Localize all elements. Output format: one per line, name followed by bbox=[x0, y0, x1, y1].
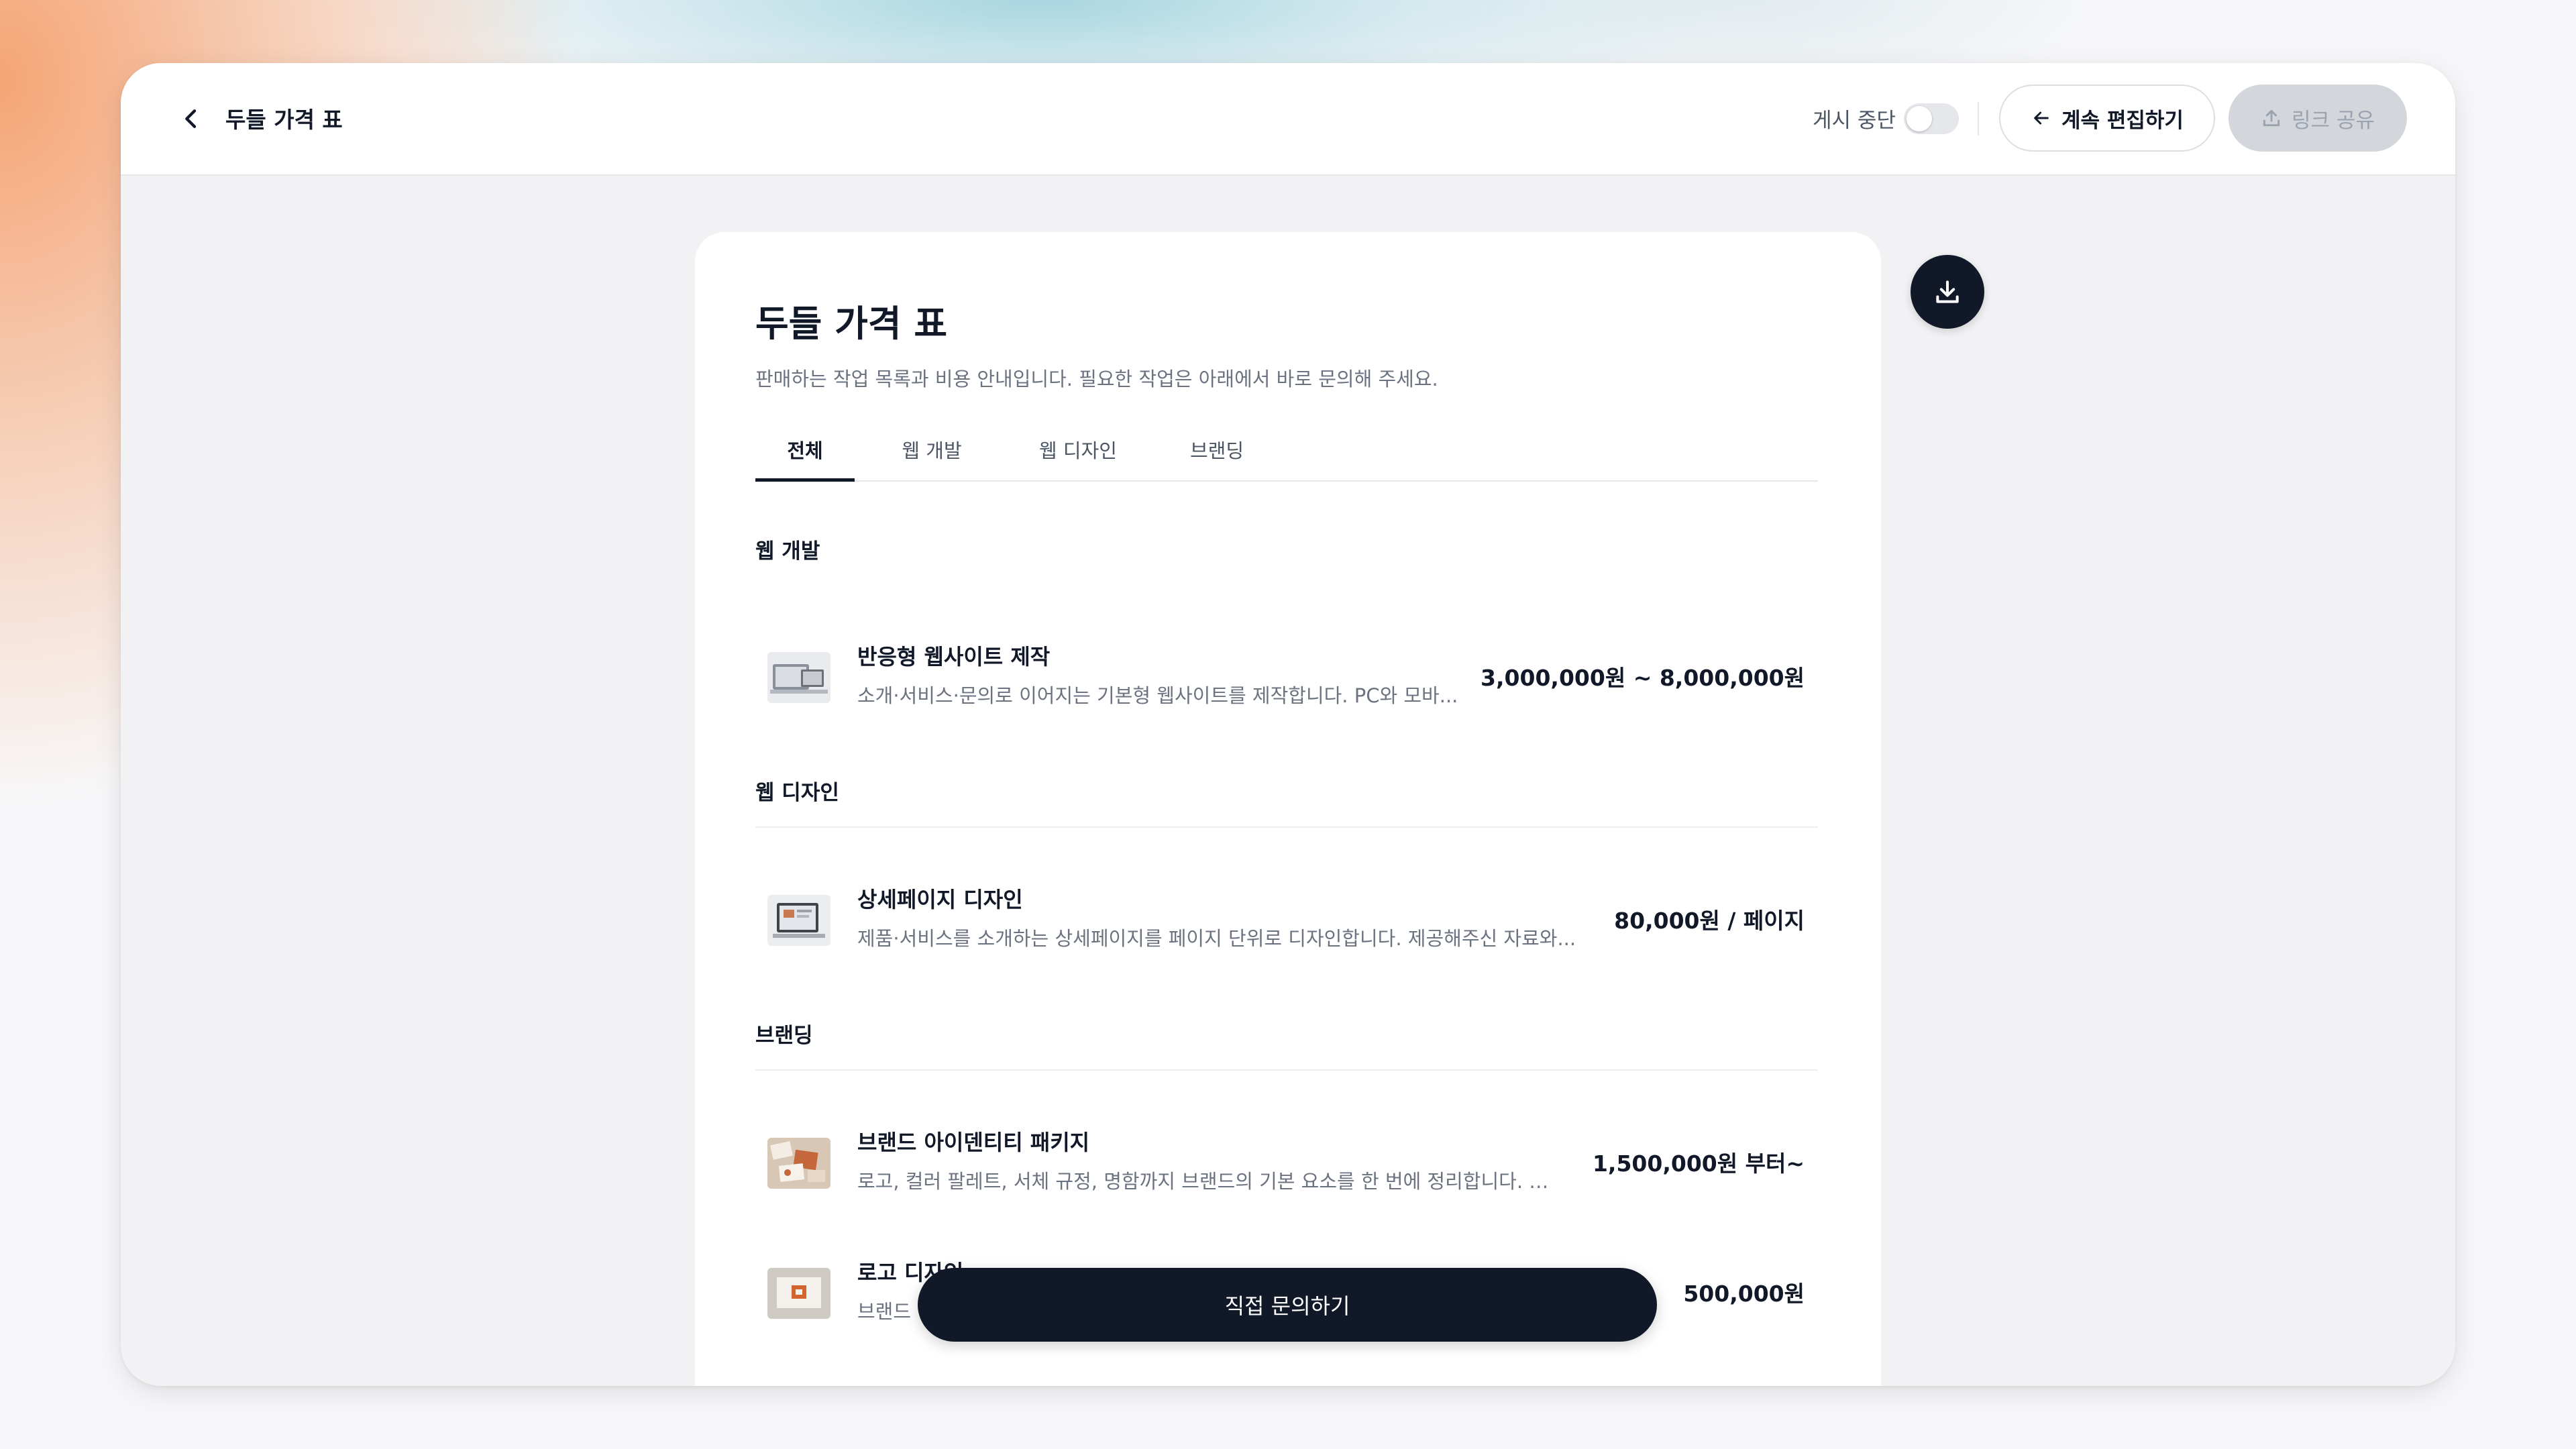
category-tabs: 전체 웹 개발 웹 디자인 브랜딩 bbox=[755, 419, 1818, 482]
item-title: 상세페이지 디자인 bbox=[857, 887, 1023, 912]
item-title: 반응형 웹사이트 제작 bbox=[857, 644, 1051, 669]
continue-editing-button[interactable]: 계속 편집하기 bbox=[1999, 85, 2215, 152]
item-thumbnail bbox=[767, 1138, 830, 1189]
item-thumbnail bbox=[767, 1268, 830, 1319]
divider bbox=[1978, 102, 1979, 136]
section-title-web-dev: 웹 개발 bbox=[755, 539, 820, 564]
item-description: 소개·서비스·문의로 이어지는 기본형 웹사이트를 제작합니다. PC와 모바.… bbox=[857, 684, 1458, 707]
pause-publish-label: 게시 중단 bbox=[1813, 109, 1896, 133]
contact-button[interactable]: 직접 문의하기 bbox=[918, 1268, 1657, 1342]
item-thumbnail bbox=[767, 652, 830, 703]
item-title: 브랜드 아이덴티티 패키지 bbox=[857, 1130, 1090, 1155]
list-item[interactable]: 상세페이지 디자인 제품·서비스를 소개하는 상세페이지를 페이지 단위로 디자… bbox=[755, 869, 1818, 957]
list-item[interactable]: 반응형 웹사이트 제작 소개·서비스·문의로 이어지는 기본형 웹사이트를 제작… bbox=[755, 627, 1818, 714]
item-price: 3,000,000원 ~ 8,000,000원 bbox=[1481, 665, 1805, 691]
back-button[interactable] bbox=[169, 97, 213, 141]
section-title-branding: 브랜딩 bbox=[755, 1024, 813, 1048]
download-button[interactable] bbox=[1911, 255, 1984, 329]
upload-icon bbox=[2263, 109, 2280, 127]
list-item[interactable]: 브랜드 아이덴티티 패키지 로고, 컬러 팔레트, 서체 규정, 명함까지 브랜… bbox=[755, 1112, 1818, 1199]
section-divider bbox=[755, 1069, 1818, 1071]
section-title-web-design: 웹 디자인 bbox=[755, 781, 839, 805]
page-title: 두들 가격 표 bbox=[225, 107, 343, 133]
item-description: 제품·서비스를 소개하는 상세페이지를 페이지 단위로 디자인합니다. 제공해주… bbox=[857, 927, 1576, 950]
section-divider bbox=[755, 826, 1818, 828]
share-link-button[interactable]: 링크 공유 bbox=[2229, 85, 2407, 152]
item-description: 로고, 컬러 팔레트, 서체 규정, 명함까지 브랜드의 기본 요소를 한 번에… bbox=[857, 1170, 1562, 1193]
document-subtitle: 판매하는 작업 목록과 비용 안내입니다. 필요한 작업은 아래에서 바로 문의… bbox=[755, 368, 1438, 390]
pause-publish-toggle[interactable] bbox=[1904, 103, 1959, 134]
share-link-label: 링크 공유 bbox=[2292, 108, 2375, 133]
tab-branding[interactable]: 브랜딩 bbox=[1182, 419, 1252, 480]
item-price: 500,000원 bbox=[1683, 1281, 1805, 1307]
toggle-knob bbox=[1907, 106, 1932, 131]
item-thumbnail bbox=[767, 895, 830, 946]
continue-editing-label: 계속 편집하기 bbox=[2061, 108, 2184, 133]
tab-web-design[interactable]: 웹 디자인 bbox=[1029, 419, 1127, 480]
chevron-left-icon bbox=[185, 109, 197, 128]
top-bar: 두들 가격 표 게시 중단 계속 편집하기 링크 공유 bbox=[121, 63, 2455, 176]
item-price: 1,500,000원 부터~ bbox=[1592, 1150, 1805, 1177]
arrow-left-icon bbox=[2034, 111, 2049, 125]
tab-web-dev[interactable]: 웹 개발 bbox=[890, 419, 974, 480]
tab-all[interactable]: 전체 bbox=[755, 419, 855, 482]
document-title: 두들 가격 표 bbox=[755, 303, 947, 345]
price-table-card: 두들 가격 표 판매하는 작업 목록과 비용 안내입니다. 필요한 작업은 아래… bbox=[695, 232, 1881, 1386]
app-window: 두들 가격 표 게시 중단 계속 편집하기 링크 공유 두들 가격 표 판매하는… bbox=[121, 63, 2455, 1386]
item-price: 80,000원 / 페이지 bbox=[1614, 908, 1805, 934]
download-icon bbox=[1936, 280, 1959, 303]
